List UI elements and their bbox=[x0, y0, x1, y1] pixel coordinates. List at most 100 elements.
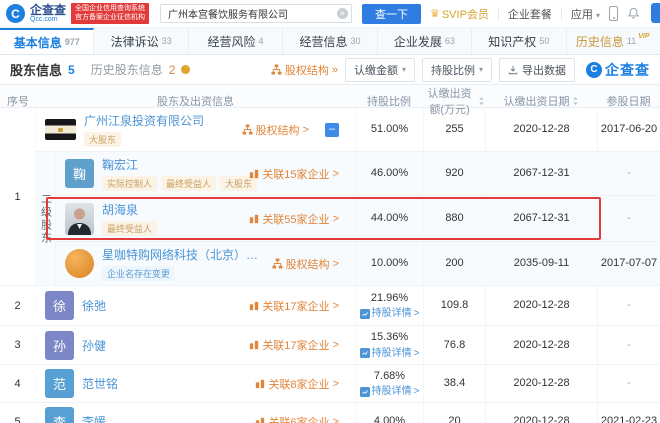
amount-cell: 920 bbox=[423, 152, 485, 195]
tab-history-info[interactable]: 历史信息11 VIP bbox=[567, 28, 660, 54]
major-shareholder-tag: 大股东 bbox=[84, 132, 121, 147]
row-number: 1 bbox=[0, 108, 36, 285]
col-header-ratio: 持股比例 bbox=[355, 93, 423, 109]
shareholder-name-link[interactable]: 广州江泉投资有限公司 bbox=[84, 112, 204, 129]
actual-controller-tag: 实际控制人 bbox=[102, 176, 157, 191]
ratio-cell: 44.00% bbox=[355, 196, 423, 241]
tab-intellectual-property[interactable]: 知识产权50 bbox=[472, 28, 566, 54]
crown-icon: ♛ bbox=[430, 7, 440, 20]
svip-menu-item[interactable]: ♛ SVIP会员 bbox=[430, 6, 489, 22]
shareholder-name-link[interactable]: 李媛 bbox=[82, 413, 106, 423]
date-cell: 2067-12-31 bbox=[485, 152, 597, 195]
brand-domain: Qcc.com bbox=[30, 16, 66, 23]
tab-operating-risk[interactable]: 经营风险4 bbox=[189, 28, 283, 54]
search-input[interactable] bbox=[160, 4, 352, 23]
company-nav-tabs: 基本信息977 法律诉讼33 经营风险4 经营信息30 企业发展63 知识产权5… bbox=[0, 27, 660, 55]
detail-icon bbox=[360, 387, 370, 397]
equity-structure-link[interactable]: 股权结构 > bbox=[272, 256, 347, 272]
chevron-down-icon: ▾ bbox=[479, 65, 483, 74]
ratio-cell: 51.00% bbox=[355, 108, 423, 151]
related-companies-icon bbox=[249, 169, 259, 179]
ratio-cell: 4.00% bbox=[355, 403, 423, 423]
shareholder-name-link[interactable]: 胡海泉 bbox=[102, 201, 157, 218]
related-companies-link[interactable]: 关联55家企业 > bbox=[249, 211, 347, 227]
ratio-cell: 21.96% 持股详情> bbox=[355, 286, 423, 325]
apps-menu-item[interactable]: 应用 ▾ bbox=[571, 6, 600, 22]
date-cell: 2020-12-28 bbox=[485, 108, 597, 151]
holding-detail-link[interactable]: 持股详情> bbox=[360, 384, 420, 399]
shareholder-name-link[interactable]: 范世铭 bbox=[82, 375, 118, 392]
certification-badge: 全国企业信用查询系统官方备案企业征信机构 bbox=[71, 3, 149, 25]
qcc-watermark: 企查查 bbox=[586, 60, 650, 80]
avatar: 孙 bbox=[45, 331, 74, 360]
join-date-cell: - bbox=[597, 152, 660, 195]
sort-icon[interactable] bbox=[572, 96, 579, 106]
avatar: 徐 bbox=[45, 291, 74, 320]
package-menu-item[interactable]: 企业套餐 bbox=[508, 6, 552, 22]
avatar: 范 bbox=[45, 369, 74, 398]
equity-structure-link[interactable]: 股权结构 » bbox=[271, 62, 338, 78]
brand[interactable]: 企查查 Qcc.com bbox=[30, 4, 66, 23]
equity-structure-link[interactable]: 股权结构 > bbox=[242, 122, 317, 138]
search-button[interactable]: 查一下 bbox=[362, 4, 421, 24]
related-companies-link[interactable]: 关联15家企业 > bbox=[249, 166, 347, 182]
tab-basic-info[interactable]: 基本信息977 bbox=[0, 28, 94, 54]
name-changed-tag: 企业名存在变更 bbox=[102, 266, 175, 281]
date-cell: 2067-12-31 bbox=[485, 196, 597, 241]
tab-operating-info[interactable]: 经营信息30 bbox=[283, 28, 377, 54]
collapse-button[interactable]: – bbox=[325, 123, 339, 137]
org-chart-icon bbox=[242, 124, 253, 135]
avatar: 鞠 bbox=[65, 159, 94, 188]
divider bbox=[498, 8, 499, 20]
ratio-cell: 46.00% bbox=[355, 152, 423, 195]
ratio-filter-button[interactable]: 持股比例▾ bbox=[422, 58, 492, 82]
amount-cell: 255 bbox=[423, 108, 485, 151]
shareholder-name-link[interactable]: 孙健 bbox=[82, 337, 106, 354]
related-companies-link[interactable]: 关联8家企业> bbox=[255, 376, 347, 392]
bell-icon[interactable] bbox=[627, 7, 640, 20]
holding-detail-link[interactable]: 持股详情> bbox=[360, 306, 420, 321]
join-date-cell: 2017-06-20 bbox=[597, 108, 660, 151]
amount-filter-button[interactable]: 认缴金额▾ bbox=[345, 58, 415, 82]
date-cell: 2020-12-28 bbox=[485, 286, 597, 325]
top-header: 企查查 Qcc.com 全国企业信用查询系统官方备案企业征信机构 × 查一下 ♛… bbox=[0, 0, 660, 27]
qcc-logo-icon[interactable] bbox=[6, 4, 25, 23]
mobile-app-icon[interactable] bbox=[609, 6, 618, 21]
join-date-cell: 2017-07-07 bbox=[597, 242, 660, 285]
tab-company-development[interactable]: 企业发展63 bbox=[378, 28, 472, 54]
table-row-child: 鞠 鞠宏江 实际控制人 最终受益人 大股东 关联15家企业 bbox=[56, 152, 660, 196]
org-chart-icon bbox=[272, 258, 283, 269]
company-logo bbox=[45, 119, 76, 140]
shareholder-name-link[interactable]: 星咖特购网络科技（北京）集团有限公司 bbox=[102, 246, 264, 263]
table-row-child-highlighted: 胡海泉 最终受益人 关联55家企业 > 44.00% 880 2067-12-3… bbox=[56, 196, 660, 242]
related-companies-link[interactable]: 关联17家企业> bbox=[249, 337, 347, 353]
side-panel-widget[interactable] bbox=[651, 3, 660, 23]
table-row-parent-company: 广州江泉投资有限公司 大股东 股权结构 > – 51.00% 255 2020-… bbox=[36, 108, 660, 152]
holding-detail-link[interactable]: 持股详情> bbox=[360, 346, 420, 361]
tab-legal-litigation[interactable]: 法律诉讼33 bbox=[94, 28, 188, 54]
shareholder-name-link[interactable]: 鞠宏江 bbox=[102, 156, 241, 173]
table-row-child: 星咖特购网络科技（北京）集团有限公司 企业名存在变更 股权结构 > 10.00%… bbox=[56, 242, 660, 285]
download-icon bbox=[508, 65, 518, 75]
avatar-photo bbox=[65, 203, 94, 235]
col-header-date[interactable]: 认缴出资日期 bbox=[485, 93, 597, 109]
sort-icon[interactable] bbox=[478, 96, 485, 106]
shareholder-group-row: 1 广州江泉投资有限公司 大股东 股权结构 > – 51.00% 255 202… bbox=[0, 108, 660, 286]
export-data-button[interactable]: 导出数据 bbox=[499, 58, 575, 82]
related-companies-link[interactable]: 关联6家企业> bbox=[255, 414, 347, 423]
history-shareholder-link[interactable]: 历史股东信息 bbox=[91, 61, 163, 78]
amount-cell: 109.8 bbox=[423, 286, 485, 325]
beneficial-owner-tag: 最终受益人 bbox=[102, 221, 157, 236]
section-count: 5 bbox=[68, 63, 75, 77]
related-companies-icon bbox=[249, 340, 259, 350]
shareholder-name-link[interactable]: 徐弛 bbox=[82, 297, 106, 314]
qcc-watermark-icon bbox=[586, 62, 602, 78]
related-companies-link[interactable]: 关联17家企业> bbox=[249, 298, 347, 314]
brand-name: 企查查 bbox=[30, 4, 66, 16]
col-header-no: 序号 bbox=[0, 93, 36, 109]
ratio-cell: 7.68% 持股详情> bbox=[355, 365, 423, 402]
clear-search-icon[interactable]: × bbox=[337, 8, 348, 19]
date-cell: 2020-12-28 bbox=[485, 326, 597, 364]
row-number: 2 bbox=[0, 300, 36, 312]
detail-icon bbox=[360, 348, 370, 358]
